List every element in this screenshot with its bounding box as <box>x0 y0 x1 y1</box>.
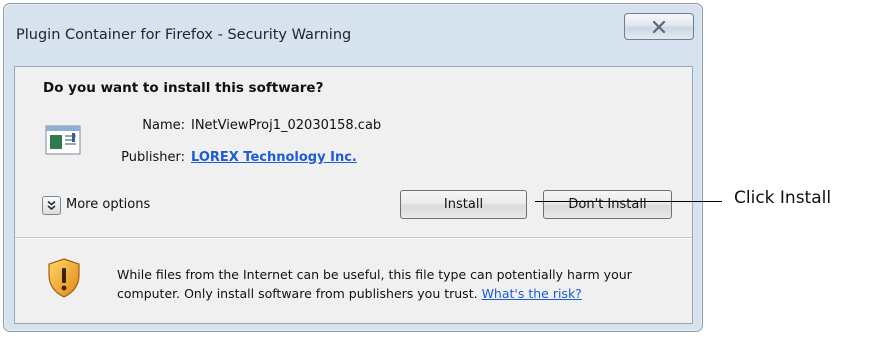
dont-install-button[interactable]: Don't Install <box>543 190 672 219</box>
divider <box>15 237 692 239</box>
dialog-content: Do you want to install this software? Na… <box>14 66 693 324</box>
publisher-label: Publisher: <box>121 150 185 165</box>
dont-install-button-label: Don't Install <box>568 197 647 212</box>
install-question: Do you want to install this software? <box>43 80 324 96</box>
name-value: INetViewProj1_02030158.cab <box>191 118 382 133</box>
name-label: Name: <box>142 118 185 133</box>
security-warning-dialog: Plugin Container for Firefox - Security … <box>3 3 703 332</box>
chevron-down-icon <box>47 200 56 210</box>
callout-label: Click Install <box>734 188 832 208</box>
more-options-button[interactable] <box>42 196 61 215</box>
more-options-label[interactable]: More options <box>66 197 150 212</box>
callout-line <box>535 201 722 202</box>
title-bar[interactable]: Plugin Container for Firefox - Security … <box>4 4 702 66</box>
dialog-title: Plugin Container for Firefox - Security … <box>16 27 352 43</box>
close-icon <box>652 20 666 33</box>
whats-the-risk-link[interactable]: What's the risk? <box>482 286 582 301</box>
close-button[interactable] <box>624 13 694 40</box>
publisher-link[interactable]: LOREX Technology Inc. <box>191 150 357 165</box>
install-button[interactable]: Install <box>400 190 527 219</box>
shield-icon <box>48 258 80 298</box>
warning-message: While files from the Internet can be use… <box>117 265 692 303</box>
install-button-label: Install <box>443 197 484 212</box>
